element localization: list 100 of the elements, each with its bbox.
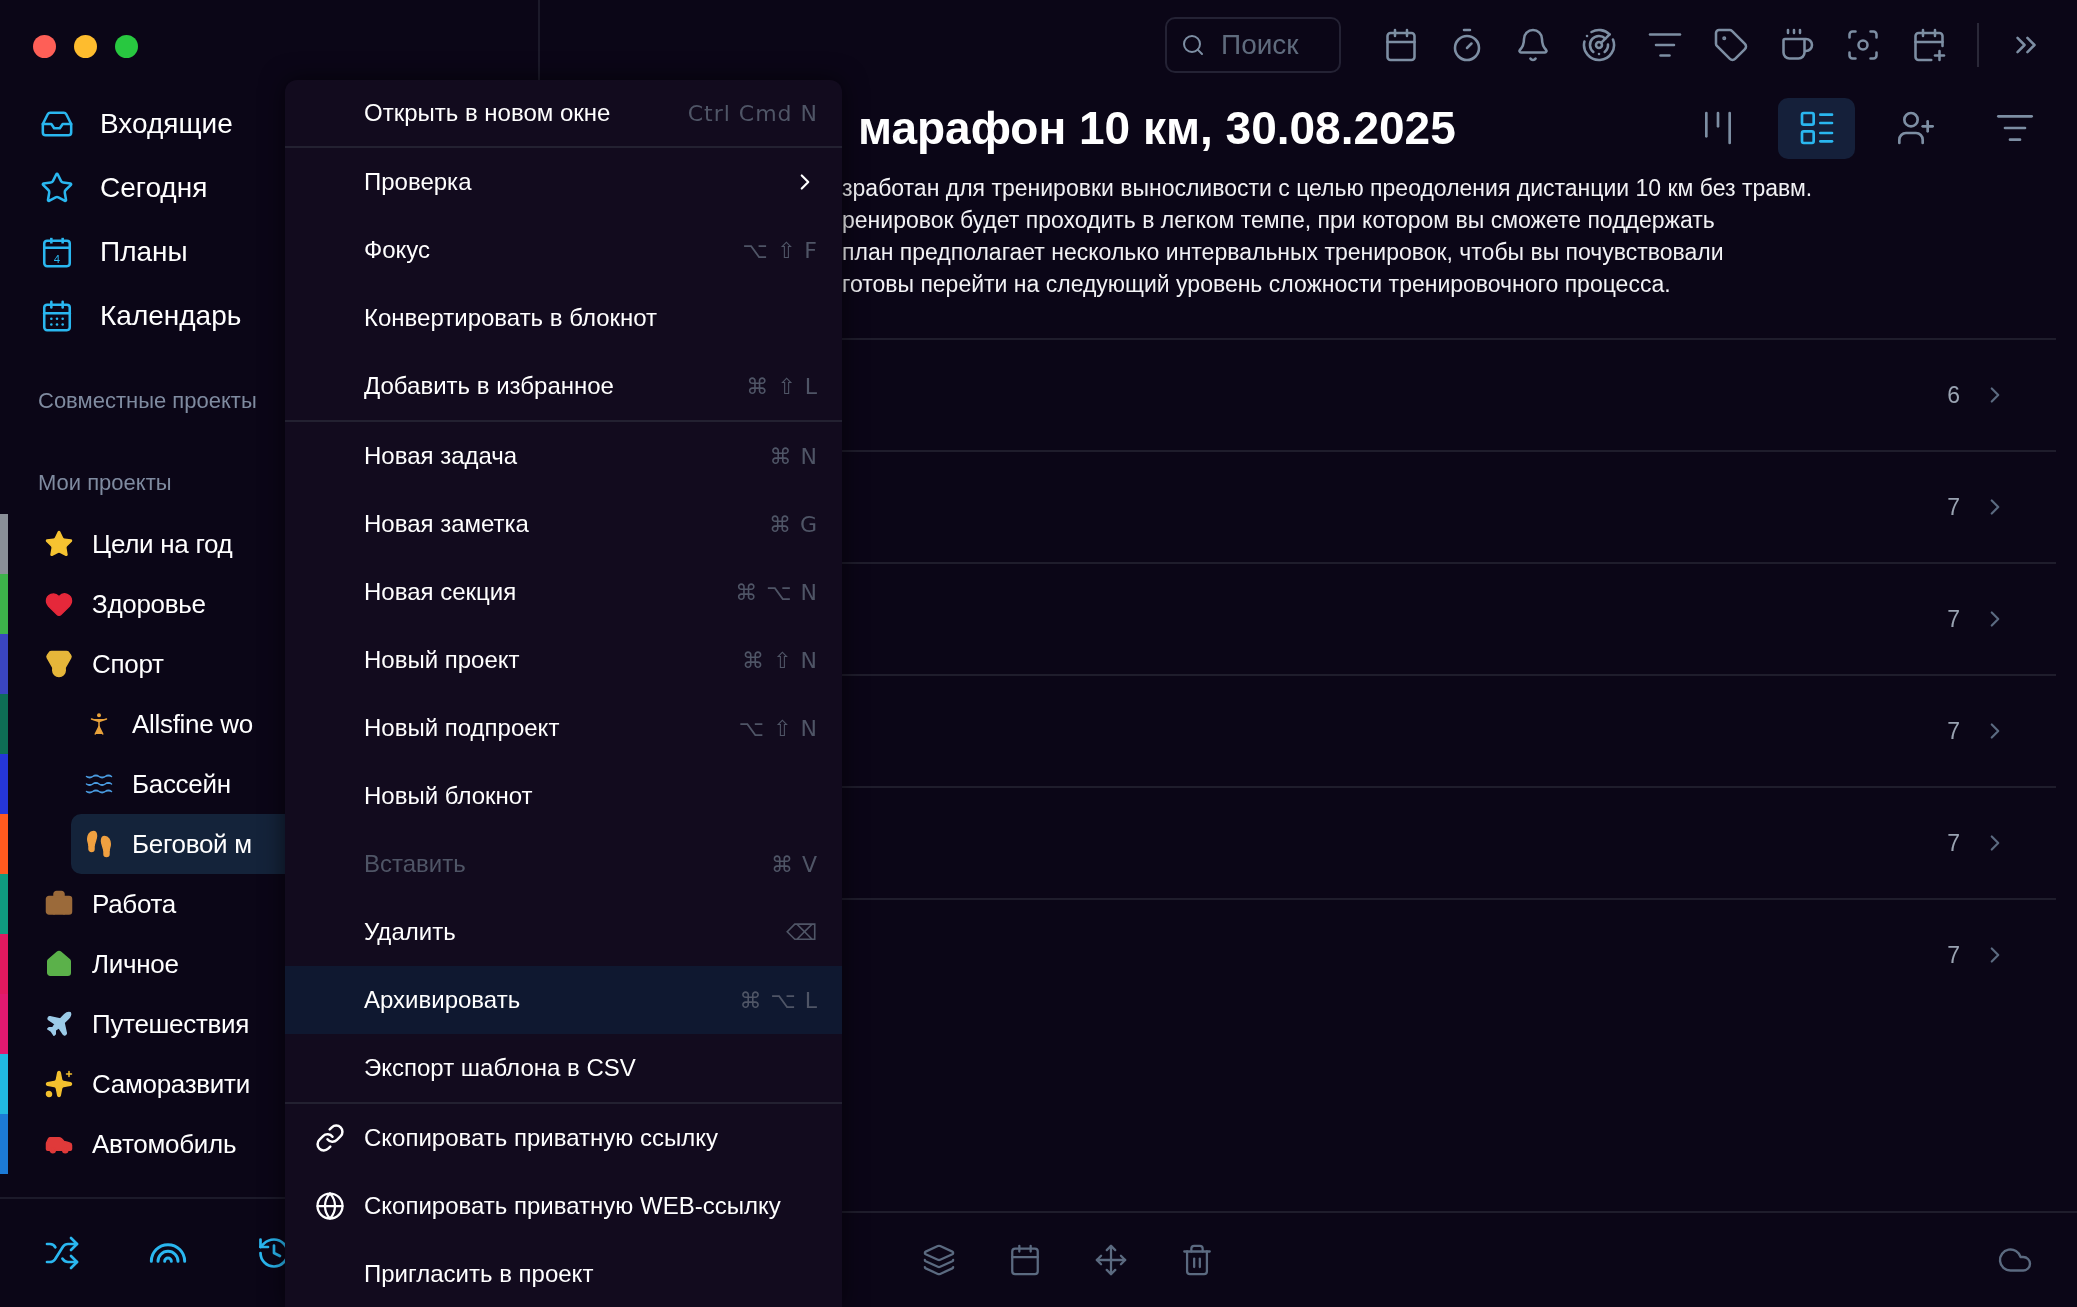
- project-item[interactable]: Allsfine wo: [71, 694, 285, 754]
- sparkles-icon: [44, 1069, 74, 1099]
- menu-item-label: Новый подпроект: [364, 714, 561, 742]
- section-header[interactable]: Совместные проекты: [0, 386, 257, 416]
- menu-item-label: Архивировать: [364, 986, 522, 1014]
- section-row[interactable]: 7: [842, 450, 2056, 562]
- shuffle-icon[interactable]: [44, 1235, 80, 1271]
- project-item[interactable]: Бассейн: [71, 754, 285, 814]
- calendar-icon[interactable]: [1383, 27, 1419, 63]
- section-row[interactable]: 7: [842, 674, 2056, 786]
- globe-icon: [315, 1191, 345, 1221]
- section-row[interactable]: 6: [842, 338, 2056, 450]
- view-button[interactable]: [1778, 97, 1855, 159]
- description-text: зработан для тренировки выносливости с целью преодоления дистанции 10 км без травм.: [842, 174, 1814, 203]
- calendar-icon[interactable]: [1008, 1243, 1042, 1277]
- menu-item[interactable]: Новая заметка ⌘ G: [285, 490, 842, 558]
- menu-item[interactable]: Новая секция ⌘ ⌥ N: [285, 558, 842, 626]
- menu-item[interactable]: Новый блокнот: [285, 762, 842, 830]
- tag-icon[interactable]: [1713, 27, 1749, 63]
- calendar-plus-icon[interactable]: [1911, 27, 1947, 63]
- nav-label: Входящие: [100, 108, 233, 140]
- shortcut-text: ⌘ ⌥ N: [735, 579, 818, 605]
- project-item[interactable]: Здоровье: [34, 574, 285, 634]
- menu-item[interactable]: Новая задача ⌘ N: [285, 422, 842, 490]
- close-button[interactable]: [33, 34, 56, 58]
- bell-icon[interactable]: [1515, 27, 1551, 63]
- calendar-icon: [40, 299, 74, 333]
- link-icon: [315, 1123, 345, 1153]
- project-item[interactable]: Цели на год: [34, 514, 285, 574]
- menu-item[interactable]: Добавить в избранное ⌘ ⇧ L: [285, 352, 842, 420]
- menu-item[interactable]: Фокус ⌥ ⇧ F: [285, 216, 842, 284]
- star-icon: [44, 529, 74, 559]
- task-count: 7: [1947, 605, 1960, 633]
- menu-item-label: Новый проект: [364, 646, 521, 674]
- focus-icon[interactable]: [1845, 27, 1881, 63]
- shortcut-text: ⌘ V: [770, 851, 818, 877]
- shortcut-text: ⌥ ⇧ N: [738, 715, 818, 741]
- task-count: 7: [1947, 829, 1960, 857]
- menu-item[interactable]: Новый подпроект ⌥ ⇧ N: [285, 694, 842, 762]
- menu-item-label: Скопировать приватную WEB-ссылку: [364, 1192, 782, 1220]
- menu-item-label: Скопировать приватную ссылку: [364, 1124, 719, 1152]
- project-item[interactable]: Путешествия: [34, 994, 285, 1054]
- menu-item[interactable]: Архивировать ⌘ ⌥ L: [285, 966, 842, 1034]
- task-count: 7: [1947, 941, 1960, 969]
- menu-item-label: Новая задача: [364, 442, 519, 470]
- nav-label: Календарь: [100, 300, 242, 332]
- menu-item-label: Пригласить в проект: [364, 1260, 595, 1288]
- menu-item[interactable]: Конвертировать в блокнот: [285, 284, 842, 352]
- menu-item-label: Добавить в избранное: [364, 372, 615, 400]
- description-text: готовы перейти на следующий уровень сложности тренировочного процесса.: [842, 270, 1672, 299]
- menu-item[interactable]: Скопировать приватную ссылку: [285, 1104, 842, 1172]
- project-item[interactable]: Спорт: [34, 634, 285, 694]
- zoom-button[interactable]: [115, 34, 138, 58]
- project-item[interactable]: Саморазвити: [34, 1054, 285, 1114]
- shortcut-text: ⌘ ⇧ L: [746, 373, 818, 399]
- menu-item-label: Экспорт шаблона в CSV: [364, 1054, 637, 1082]
- cup-icon[interactable]: [1779, 27, 1815, 63]
- shortcut-text: ⌫: [785, 919, 818, 945]
- task-count: 6: [1947, 381, 1960, 409]
- star-icon: [40, 171, 74, 205]
- layers-icon[interactable]: [922, 1243, 956, 1277]
- menu-item-label: Фокус: [364, 236, 432, 264]
- house-icon: [44, 949, 74, 979]
- nav-label: Сегодня: [100, 172, 208, 204]
- menu-item-label: Новая секция: [364, 578, 518, 606]
- trash-icon[interactable]: [1180, 1243, 1214, 1277]
- project-item[interactable]: Беговой м: [71, 814, 285, 874]
- description-text: план предполагает несколько интервальных тренировок, чтобы вы почувствовали: [842, 238, 1725, 267]
- shortcut-text: ⌥ ⇧ F: [742, 237, 818, 263]
- menu-item-label: Проверка: [364, 168, 473, 196]
- project-title: марафон 10 км, 30.08.2025: [858, 101, 1457, 155]
- shortcut-text: ⌘ G: [768, 511, 818, 537]
- project-item[interactable]: Автомобиль: [34, 1114, 285, 1174]
- section-header[interactable]: Мои проекты: [0, 468, 172, 498]
- menu-item[interactable]: Экспорт шаблона в CSV: [285, 1034, 842, 1102]
- search-icon: [1181, 33, 1205, 57]
- menu-item-label: Новый блокнот: [364, 782, 534, 810]
- minimize-button[interactable]: [74, 34, 97, 58]
- shortcut-text: Ctrl Cmd N: [687, 100, 818, 126]
- search-field[interactable]: Поиск: [1165, 17, 1341, 73]
- move-icon[interactable]: [1094, 1243, 1128, 1277]
- menu-item[interactable]: Проверка: [285, 148, 842, 216]
- menu-item[interactable]: Удалить ⌫: [285, 898, 842, 966]
- nav-label: Планы: [100, 236, 188, 268]
- project-item[interactable]: Личное: [34, 934, 285, 994]
- shortcut-text: ⌘ ⇧ N: [742, 647, 818, 673]
- menu-item[interactable]: Открыть в новом окне Ctrl Cmd N: [285, 80, 842, 146]
- menu-item[interactable]: Новый проект ⌘ ⇧ N: [285, 626, 842, 694]
- menu-item-label: Новая заметка: [364, 510, 530, 538]
- section-row[interactable]: 7: [842, 562, 2056, 674]
- section-row[interactable]: 7: [842, 898, 2056, 1010]
- task-count: 7: [1947, 493, 1960, 521]
- radar-icon[interactable]: [1581, 27, 1617, 63]
- menu-item[interactable]: Скопировать приватную WEB-ссылку: [285, 1172, 842, 1240]
- plane-icon: [44, 1009, 74, 1039]
- menu-item-label: Удалить: [364, 918, 457, 946]
- menu-item[interactable]: Пригласить в проект: [285, 1240, 842, 1307]
- section-row[interactable]: 7: [842, 786, 2056, 898]
- project-item[interactable]: Работа: [34, 874, 285, 934]
- shortcut-text: ⌘ N: [769, 443, 818, 469]
